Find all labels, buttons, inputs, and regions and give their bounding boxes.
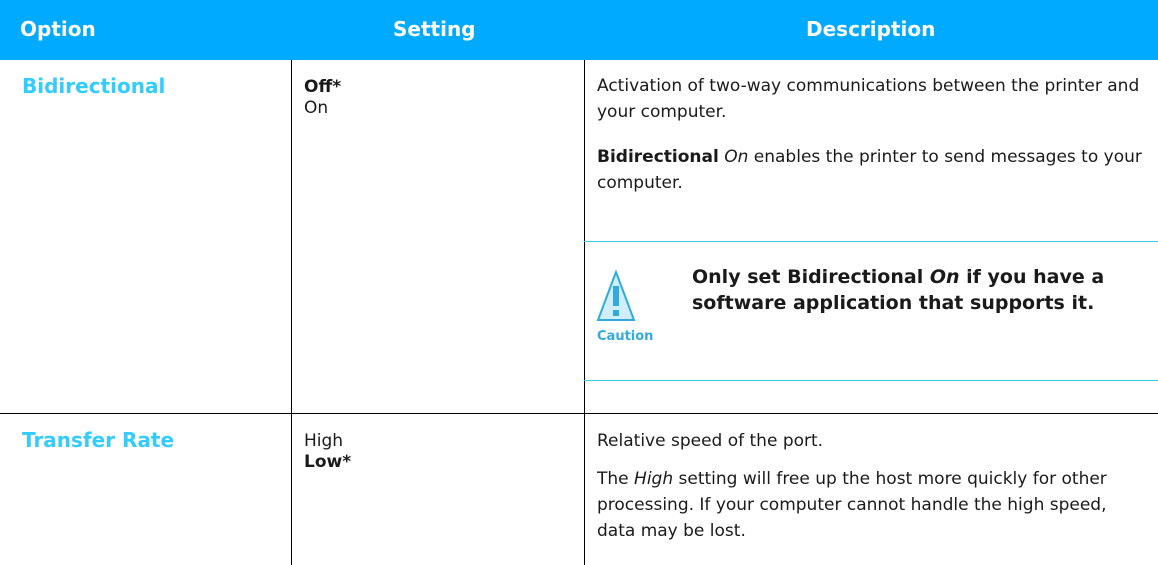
keyword-bidirectional: Bidirectional xyxy=(597,147,719,167)
caution-text-pre: Only set Bidirectional xyxy=(692,266,930,288)
description-note-pre: The xyxy=(597,469,635,489)
setting-default-value: Off* xyxy=(304,77,342,97)
description-note: Bidirectional On enables the printer to … xyxy=(597,144,1145,196)
table-header: Option Setting Description xyxy=(0,0,1158,60)
caution-top-divider xyxy=(584,241,1158,242)
description-note-rest: setting will free up the host more quick… xyxy=(597,469,1107,541)
caution-text: Only set Bidirectional On if you have a … xyxy=(692,264,1142,316)
description-note: The High setting will free up the host m… xyxy=(597,466,1145,544)
description-text: Activation of two-way communications bet… xyxy=(597,76,1140,122)
option-bidirectional: Bidirectional xyxy=(22,74,166,98)
description-text: Relative speed of the port. xyxy=(597,431,824,451)
column-divider xyxy=(584,60,585,565)
header-description: Description xyxy=(806,17,936,41)
keyword-on: On xyxy=(724,147,749,167)
keyword-high: High xyxy=(634,469,674,489)
settings-table: Option Setting Description Bidirectional… xyxy=(0,0,1158,565)
setting-default-value: Low* xyxy=(304,452,352,472)
header-setting: Setting xyxy=(393,17,476,41)
row-divider xyxy=(0,413,1158,414)
setting-list: High Low* xyxy=(304,431,351,473)
setting-list: Off* On xyxy=(304,77,341,119)
caution-text-italic: On xyxy=(929,266,960,288)
column-divider xyxy=(291,60,292,565)
warning-triangle-icon xyxy=(596,269,660,334)
option-transfer-rate: Transfer Rate xyxy=(22,428,175,452)
caution-bottom-divider xyxy=(584,380,1158,381)
setting-value: High xyxy=(304,431,344,451)
header-option: Option xyxy=(20,17,96,41)
setting-value: On xyxy=(304,98,329,118)
caution-label: Caution xyxy=(597,329,654,344)
